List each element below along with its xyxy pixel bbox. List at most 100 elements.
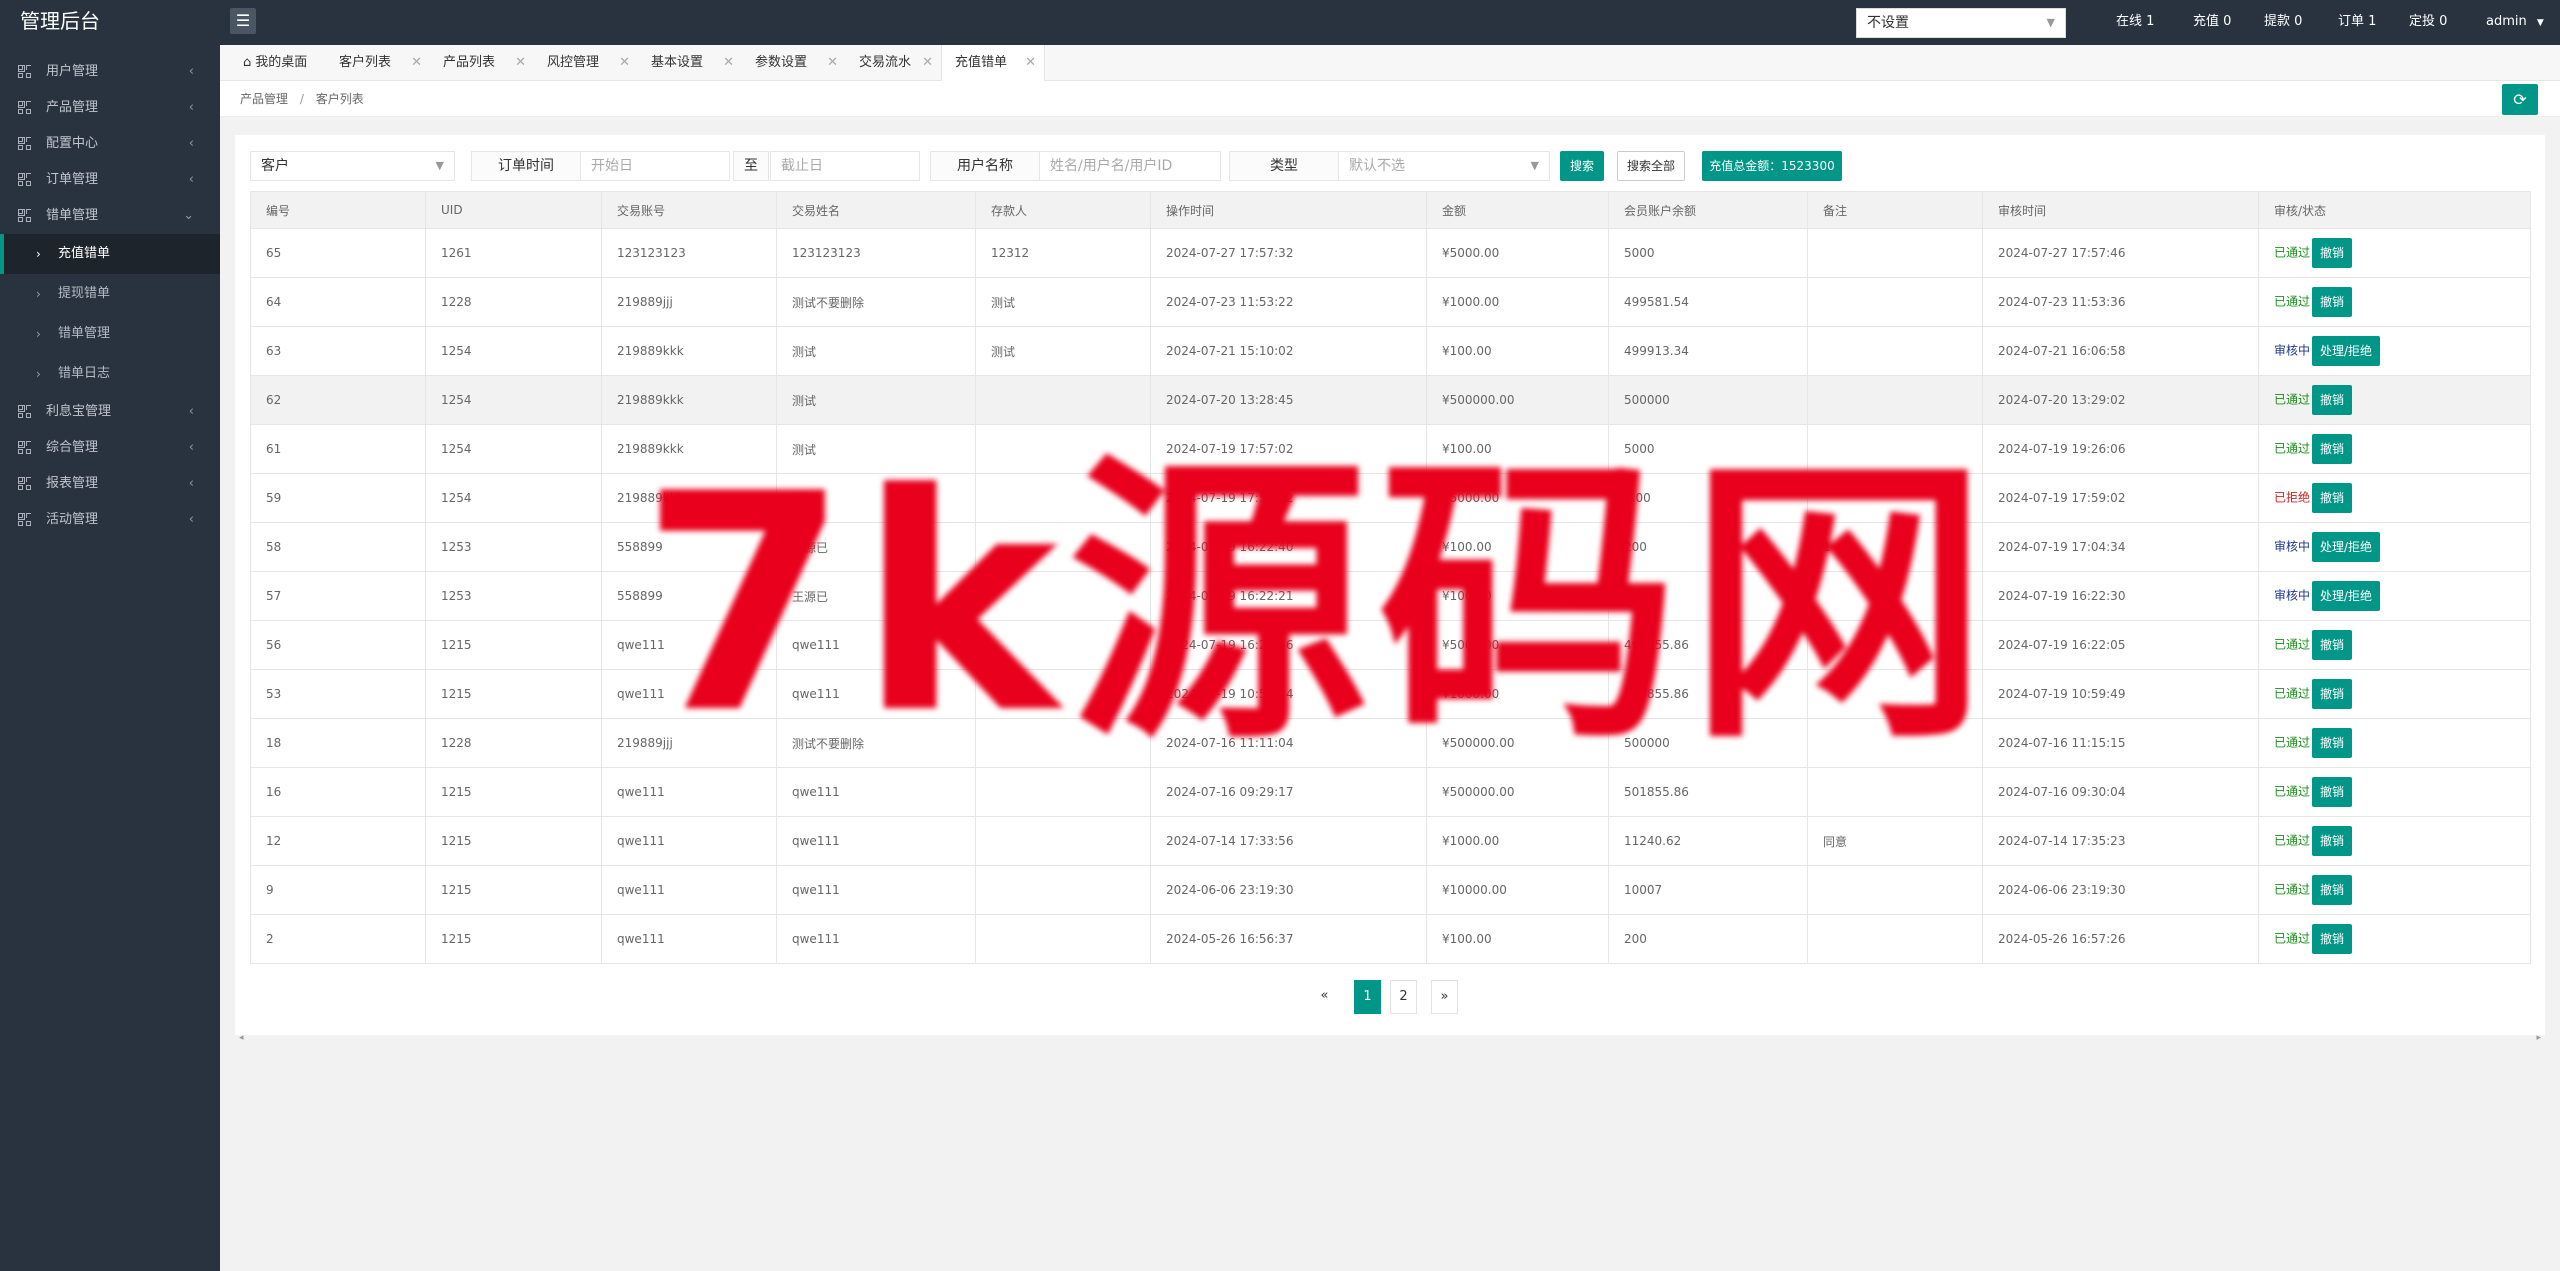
sidebar-subitem[interactable]: › 错单管理 — [0, 314, 220, 354]
table-cell: 2024-07-14 17:33:56 — [1150, 816, 1427, 866]
sidebar-subitem[interactable]: › 提现错单 — [0, 274, 220, 314]
tab-3[interactable]: 风控管理 ✕ — [534, 45, 638, 81]
refresh-icon[interactable]: ⟳ — [2502, 84, 2538, 115]
tab-5[interactable]: 参数设置 ✕ — [742, 45, 846, 81]
close-icon[interactable]: ✕ — [922, 45, 933, 81]
table-cell: 2024-07-16 09:30:04 — [1982, 767, 2259, 817]
pagination-next[interactable]: » — [1431, 980, 1458, 1014]
sidebar-item-products[interactable]: 产品管理 ‹ — [0, 90, 220, 126]
row-action-button[interactable]: 撤销 — [2312, 777, 2353, 807]
search-all-button[interactable]: 搜索全部 — [1617, 151, 1685, 181]
table-cell — [975, 914, 1151, 964]
tab-label: 风控管理 — [547, 55, 600, 70]
chevron-left-icon: ‹ — [188, 404, 194, 419]
sidebar-item-users[interactable]: 用户管理 ‹ — [0, 54, 220, 90]
sidebar-item-reports[interactable]: 报表管理 ‹ — [0, 466, 220, 502]
close-icon[interactable]: ✕ — [827, 45, 838, 81]
breadcrumb-item[interactable]: 产品管理 — [240, 92, 288, 106]
table-cell: 测试 — [776, 375, 976, 425]
horizontal-scrollbar[interactable]: ◂ ▸ — [235, 1033, 2545, 1046]
tab-0[interactable]: ⌂ 我的桌面 — [230, 45, 326, 81]
tab-label: 交易流水 — [859, 55, 912, 70]
row-action-button[interactable]: 处理/拒绝 — [2312, 581, 2381, 611]
table-cell: 56 — [250, 620, 426, 670]
close-icon[interactable]: ✕ — [1025, 45, 1036, 81]
pagination-page[interactable]: 2 — [1390, 980, 1417, 1014]
status-badge: 已通过 — [2274, 735, 2311, 750]
status-cell: 已通过 撤销 — [2258, 620, 2531, 670]
row-action-button[interactable]: 处理/拒绝 — [2312, 336, 2381, 366]
tab-6[interactable]: 交易流水 ✕ — [846, 45, 941, 81]
close-icon[interactable]: ✕ — [411, 45, 422, 81]
row-action-button[interactable]: 撤销 — [2312, 238, 2353, 268]
table-cell: ¥1000.00 — [1426, 816, 1609, 866]
sidebar-item-config[interactable]: 配置中心 ‹ — [0, 126, 220, 162]
close-icon[interactable]: ✕ — [723, 45, 734, 81]
table-cell: ¥10000.00 — [1426, 865, 1609, 915]
online-count[interactable]: 在线 1 — [2116, 0, 2154, 45]
row-action-button[interactable]: 撤销 — [2312, 826, 2353, 856]
recharge-count[interactable]: 充值 0 — [2193, 0, 2231, 45]
row-action-button[interactable]: 撤销 — [2312, 385, 2353, 415]
search-button[interactable]: 搜索 — [1560, 151, 1604, 181]
column-header: 存款人 — [975, 191, 1151, 229]
pagination-prev[interactable]: « — [1311, 980, 1338, 1014]
row-action-button[interactable]: 撤销 — [2312, 630, 2353, 660]
total-amount-button[interactable]: 充值总金额：1523300 — [1702, 151, 1842, 181]
username-placeholder: 姓名/用户名/用户ID — [1050, 158, 1173, 174]
sidebar-item-label: 配置中心 — [46, 136, 99, 151]
sidebar-item-general[interactable]: 综合管理 ‹ — [0, 430, 220, 466]
tab-4[interactable]: 基本设置 ✕ — [638, 45, 742, 81]
sidebar-item-interest[interactable]: 利息宝管理 ‹ — [0, 394, 220, 430]
tab-1[interactable]: 客户列表 ✕ — [326, 45, 430, 81]
breadcrumb-item[interactable]: 客户列表 — [316, 92, 364, 106]
tab-7[interactable]: 充值错单 ✕ — [941, 45, 1045, 82]
currency-select-value: 不设置 — [1867, 15, 1909, 31]
sidebar-item-errors[interactable]: 错单管理 ⌄ — [0, 198, 220, 234]
user-menu[interactable]: admin ▼ — [2486, 0, 2544, 45]
close-icon[interactable]: ✕ — [515, 45, 526, 81]
chevron-right-icon: › — [36, 287, 41, 301]
row-action-button[interactable]: 撤销 — [2312, 679, 2353, 709]
sidebar-subitem[interactable]: › 充值错单 — [0, 234, 220, 274]
scroll-right-icon[interactable]: ▸ — [2536, 1033, 2541, 1043]
table-row: 64 1228 219889jjj 测试不要删除 测试 2024-07-23 11:53:… — [250, 277, 2531, 327]
row-action-button[interactable]: 撤销 — [2312, 924, 2353, 954]
tab-2[interactable]: 产品列表 ✕ — [430, 45, 534, 81]
withdraw-count[interactable]: 提款 0 — [2264, 0, 2302, 45]
row-action-button[interactable]: 处理/拒绝 — [2312, 532, 2381, 562]
status-badge: 已通过 — [2274, 833, 2311, 848]
username-input[interactable]: 姓名/用户名/用户ID — [1039, 151, 1221, 181]
row-action-button[interactable]: 撤销 — [2312, 875, 2353, 905]
row-action-button[interactable]: 撤销 — [2312, 728, 2353, 758]
menu-toggle-icon[interactable]: ☰ — [230, 8, 256, 34]
sidebar-item-activity[interactable]: 活动管理 ‹ — [0, 502, 220, 538]
row-action-button[interactable]: 撤销 — [2312, 483, 2353, 513]
type-select[interactable]: 默认不选 ▼ — [1338, 151, 1550, 181]
table-cell — [1807, 914, 1983, 964]
table-cell: 1215 — [425, 620, 602, 670]
scroll-left-icon[interactable]: ◂ — [239, 1033, 244, 1043]
table-cell: 62 — [250, 375, 426, 425]
chevron-right-icon: › — [36, 327, 41, 341]
currency-select[interactable]: 不设置 ▼ — [1856, 8, 2066, 38]
end-date-input[interactable]: 截止日 — [770, 151, 920, 181]
pagination-page[interactable]: 1 — [1354, 980, 1381, 1014]
column-header: 审核时间 — [1982, 191, 2259, 229]
sidebar-item-orders[interactable]: 订单管理 ‹ — [0, 162, 220, 198]
table-cell: 2024-05-26 16:56:37 — [1150, 914, 1427, 964]
table-cell: 5000 — [1608, 228, 1808, 278]
table-row: 12 1215 qwe111 qwe111 2024-07-14 17:33:56 ¥10… — [250, 816, 2531, 866]
row-action-button[interactable]: 撤销 — [2312, 434, 2353, 464]
fixed-count[interactable]: 定投 0 — [2409, 0, 2447, 45]
sidebar-subitem[interactable]: › 错单日志 — [0, 354, 220, 394]
start-date-input[interactable]: 开始日 — [580, 151, 730, 181]
sidebar-item-label: 产品管理 — [46, 100, 99, 115]
row-action-button[interactable]: 撤销 — [2312, 287, 2353, 317]
table-cell: 2024-07-20 13:28:45 — [1150, 375, 1427, 425]
pagination: « 1 2 » — [235, 980, 2545, 1014]
customer-select[interactable]: 客户 ▼ — [250, 151, 455, 181]
top-bar: ☰ 不设置 ▼ 在线 1 充值 0 提款 0 订单 1 定投 0 admin ▼ — [220, 0, 2560, 45]
order-count[interactable]: 订单 1 — [2338, 0, 2376, 45]
close-icon[interactable]: ✕ — [619, 45, 630, 81]
